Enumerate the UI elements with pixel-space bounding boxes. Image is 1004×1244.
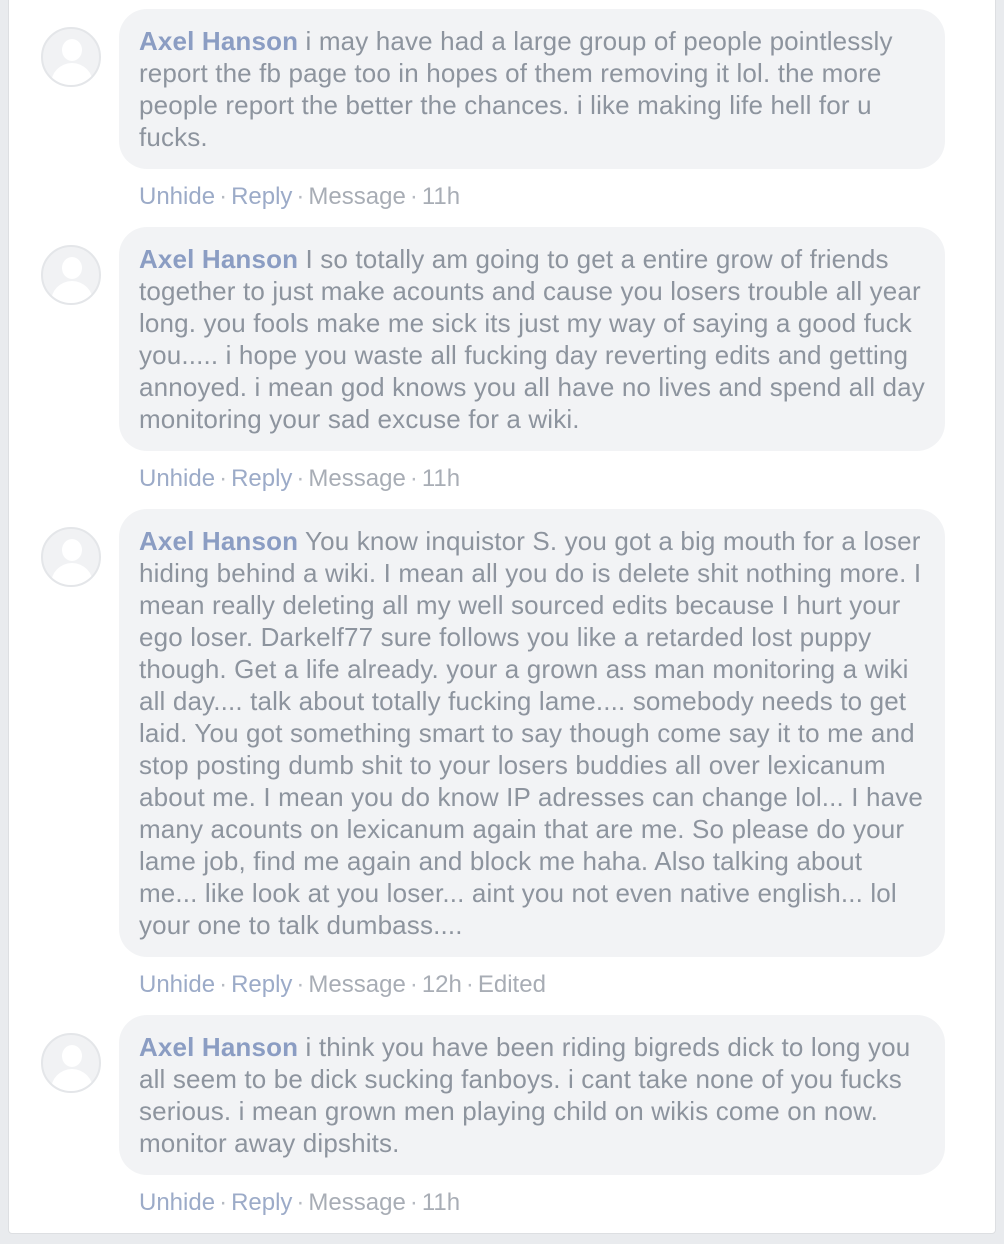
avatar[interactable] [41,245,101,305]
comment-bubble: Axel Hanson i think you have been riding… [119,1015,945,1175]
comment-bubble: Axel Hanson I so totally am going to get… [119,227,945,451]
reply-link[interactable]: Reply [231,183,292,210]
message-link[interactable]: Message [308,1189,405,1216]
separator: · [219,465,228,492]
default-avatar-head-icon [62,1045,82,1067]
comment-author-link[interactable]: Axel Hanson [139,26,298,56]
comment-author-link[interactable]: Axel Hanson [139,1032,298,1062]
default-avatar-head-icon [62,257,82,279]
separator: · [409,971,418,998]
comment-bubble: Axel Hanson You know inquistor S. you go… [119,509,945,957]
unhide-link[interactable]: Unhide [139,465,215,492]
message-link[interactable]: Message [308,971,405,998]
unhide-link[interactable]: Unhide [139,971,215,998]
comment-author-link[interactable]: Axel Hanson [139,526,298,556]
timestamp[interactable]: 11h [422,465,460,492]
default-avatar-body-icon [51,1069,93,1091]
separator: · [219,183,228,210]
timestamp[interactable]: 11h [422,183,460,210]
separator: · [296,1189,305,1216]
comment-text: You know inquistor S. you got a big mout… [139,526,923,940]
reply-link[interactable]: Reply [231,971,292,998]
separator: · [296,971,305,998]
default-avatar-head-icon [62,539,82,561]
timestamp[interactable]: 11h [422,1189,460,1216]
unhide-link[interactable]: Unhide [139,183,215,210]
comment-actions: Unhide · Reply · Message · 11h [139,1188,460,1218]
avatar[interactable] [41,27,101,87]
edited-label[interactable]: Edited [478,971,546,998]
separator: · [465,971,474,998]
separator: · [409,465,418,492]
comment-bubble: Axel Hanson i may have had a large group… [119,9,945,169]
separator: · [409,183,418,210]
avatar[interactable] [41,1033,101,1093]
separator: · [296,183,305,210]
message-link[interactable]: Message [308,183,405,210]
message-link[interactable]: Message [308,465,405,492]
separator: · [219,1189,228,1216]
separator: · [296,465,305,492]
reply-link[interactable]: Reply [231,1189,292,1216]
reply-link[interactable]: Reply [231,465,292,492]
separator: · [409,1189,418,1216]
comment-author-link[interactable]: Axel Hanson [139,244,298,274]
avatar[interactable] [41,527,101,587]
comment-actions: Unhide · Reply · Message · 12h · Edited [139,970,546,1000]
comment-actions: Unhide · Reply · Message · 11h [139,464,460,494]
comments-panel: Axel Hanson i may have had a large group… [8,0,996,1234]
unhide-link[interactable]: Unhide [139,1189,215,1216]
timestamp[interactable]: 12h [422,971,462,998]
default-avatar-body-icon [51,63,93,85]
separator: · [219,971,228,998]
default-avatar-body-icon [51,281,93,303]
default-avatar-body-icon [51,563,93,585]
comment-actions: Unhide · Reply · Message · 11h [139,182,460,212]
default-avatar-head-icon [62,39,82,61]
